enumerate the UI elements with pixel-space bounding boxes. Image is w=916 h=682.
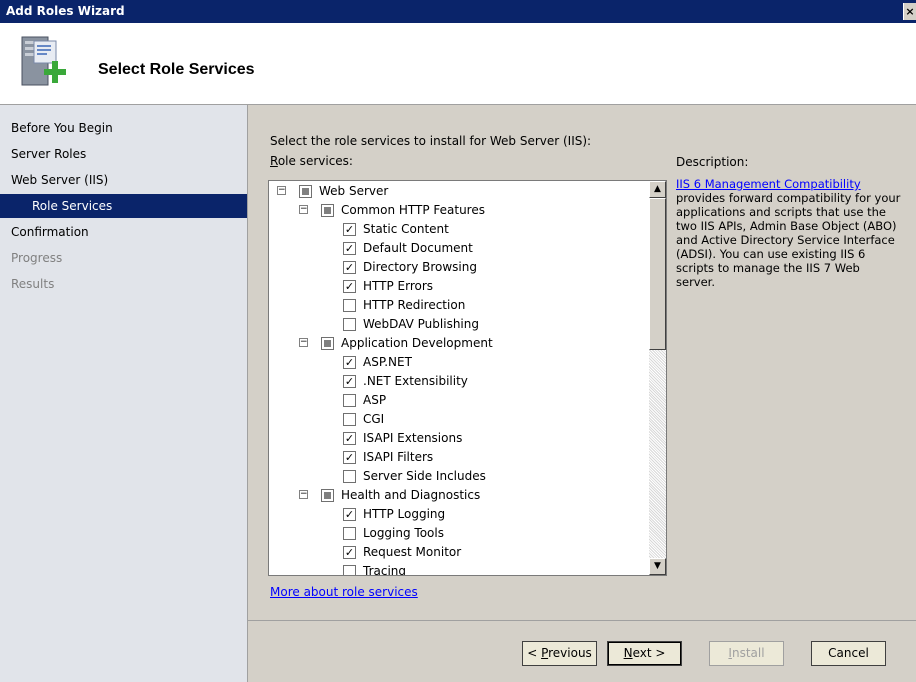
checked-checkbox[interactable]: ✓	[343, 546, 356, 559]
install-button[interactable]: Install	[709, 641, 784, 666]
tree-row[interactable]: ✓ HTTP Logging	[269, 505, 644, 524]
checked-checkbox[interactable]: ✓	[343, 451, 356, 464]
partial-checkbox[interactable]	[321, 337, 334, 350]
tree-row-label: Directory Browsing	[363, 260, 477, 274]
tree-row-label: Server Side Includes	[363, 469, 486, 483]
checked-checkbox[interactable]: ✓	[343, 508, 356, 521]
collapse-icon[interactable]: −	[299, 205, 308, 214]
checkbox[interactable]	[343, 565, 356, 575]
tree-row-label: ASP	[363, 393, 387, 407]
tree-row[interactable]: ✓ Request Monitor	[269, 543, 644, 562]
checkbox[interactable]	[343, 394, 356, 407]
description-label: Description:	[676, 155, 749, 169]
tree-row-label: Web Server	[319, 184, 389, 198]
tree-row[interactable]: ✓ Directory Browsing	[269, 258, 644, 277]
close-icon[interactable]: ×	[903, 3, 916, 20]
tree-row[interactable]: − Common HTTP Features	[269, 201, 644, 220]
tree-row[interactable]: ✓ Static Content	[269, 220, 644, 239]
tree-row[interactable]: ✓ HTTP Errors	[269, 277, 644, 296]
nav-step-role-services[interactable]: Role Services	[0, 194, 247, 218]
window-title: Add Roles Wizard	[6, 4, 125, 18]
partial-checkbox[interactable]	[321, 489, 334, 502]
tree-row-label: Application Development	[341, 336, 493, 350]
nav-step-confirmation[interactable]: Confirmation	[0, 220, 247, 244]
nav-step-progress[interactable]: Progress	[0, 246, 247, 270]
checkbox[interactable]	[343, 413, 356, 426]
scroll-down-icon[interactable]: ▼	[649, 558, 666, 575]
tree-row-label: CGI	[363, 412, 385, 426]
tree-row-label: ISAPI Extensions	[363, 431, 463, 445]
tree-row-label: Logging Tools	[363, 526, 444, 540]
tree-row[interactable]: Server Side Includes	[269, 467, 644, 486]
scroll-thumb[interactable]	[649, 198, 666, 350]
checkbox[interactable]	[343, 527, 356, 540]
wizard-steps: Before You Begin Server Roles Web Server (…	[0, 105, 248, 682]
tree-row[interactable]: − Application Development	[269, 334, 644, 353]
tree-row[interactable]: CGI	[269, 410, 644, 429]
tree-row[interactable]: WebDAV Publishing	[269, 315, 644, 334]
checked-checkbox[interactable]: ✓	[343, 356, 356, 369]
main-content: Select the role services to install for …	[248, 105, 916, 620]
tree-row[interactable]: HTTP Redirection	[269, 296, 644, 315]
tree-row-label: WebDAV Publishing	[363, 317, 479, 331]
server-add-icon	[21, 36, 66, 86]
page-title: Select Role Services	[98, 61, 255, 78]
tree-row-label: Tracing	[363, 564, 407, 576]
tree-row[interactable]: − Health and Diagnostics	[269, 486, 644, 505]
nav-step-before-you-begin[interactable]: Before You Begin	[0, 116, 247, 140]
scroll-up-icon[interactable]: ▲	[649, 181, 666, 198]
tree-row-label: Health and Diagnostics	[341, 488, 481, 502]
tree-row[interactable]: Logging Tools	[269, 524, 644, 543]
tree-row[interactable]: Tracing	[269, 562, 644, 576]
tree-row-label: HTTP Errors	[363, 279, 434, 293]
nav-step-web-server-iis[interactable]: Web Server (IIS)	[0, 168, 247, 192]
nav-step-results[interactable]: Results	[0, 272, 247, 296]
tree-row[interactable]: ✓ ASP.NET	[269, 353, 644, 372]
tree-row-label: ASP.NET	[363, 355, 412, 369]
tree-row[interactable]: ASP	[269, 391, 644, 410]
checked-checkbox[interactable]: ✓	[343, 432, 356, 445]
instructions: Select the role services to install for …	[270, 134, 592, 148]
tree-row-label: Common HTTP Features	[341, 203, 485, 217]
role-services-label: Role services:	[270, 154, 353, 168]
collapse-icon[interactable]: −	[299, 490, 308, 499]
partial-checkbox[interactable]	[299, 185, 312, 198]
tree-row-label: Request Monitor	[363, 545, 462, 559]
tree-row-label: Default Document	[363, 241, 473, 255]
tree-row[interactable]: ✓ ISAPI Extensions	[269, 429, 644, 448]
checked-checkbox[interactable]: ✓	[343, 242, 356, 255]
next-button[interactable]: Next >	[607, 641, 682, 666]
tree-row-label: Static Content	[363, 222, 449, 236]
checked-checkbox[interactable]: ✓	[343, 261, 356, 274]
checked-checkbox[interactable]: ✓	[343, 280, 356, 293]
tree-row-label: HTTP Logging	[363, 507, 446, 521]
checked-checkbox[interactable]: ✓	[343, 223, 356, 236]
checkbox[interactable]	[343, 318, 356, 331]
collapse-icon[interactable]: −	[277, 186, 286, 195]
tree-row[interactable]: ✓ Default Document	[269, 239, 644, 258]
role-services-tree[interactable]: − Web Server − Common HTTP Features ✓ Static …	[268, 180, 667, 576]
tree-row[interactable]: − Web Server	[269, 182, 644, 201]
tree-row[interactable]: ✓ .NET Extensibility	[269, 372, 644, 391]
wizard-buttons: < Previous Next > Install Cancel	[248, 620, 916, 682]
wizard-header: Select Role Services	[0, 23, 916, 105]
tree-row-label: HTTP Redirection	[363, 298, 466, 312]
description-link[interactable]: IIS 6 Management Compatibility	[676, 177, 861, 191]
tree-row-label: ISAPI Filters	[363, 450, 434, 464]
checkbox[interactable]	[343, 470, 356, 483]
title-bar: Add Roles Wizard ×	[0, 0, 916, 23]
description-text: IIS 6 Management Compatibility provides …	[676, 177, 901, 289]
tree-row[interactable]: ✓ ISAPI Filters	[269, 448, 644, 467]
tree-row-label: .NET Extensibility	[363, 374, 468, 388]
partial-checkbox[interactable]	[321, 204, 334, 217]
more-about-role-services-link[interactable]: More about role services	[270, 585, 418, 599]
checked-checkbox[interactable]: ✓	[343, 375, 356, 388]
tree-scrollbar[interactable]: ▲ ▼	[649, 181, 666, 575]
cancel-button[interactable]: Cancel	[811, 641, 886, 666]
previous-button[interactable]: < Previous	[522, 641, 597, 666]
checkbox[interactable]	[343, 299, 356, 312]
nav-step-server-roles[interactable]: Server Roles	[0, 142, 247, 166]
collapse-icon[interactable]: −	[299, 338, 308, 347]
